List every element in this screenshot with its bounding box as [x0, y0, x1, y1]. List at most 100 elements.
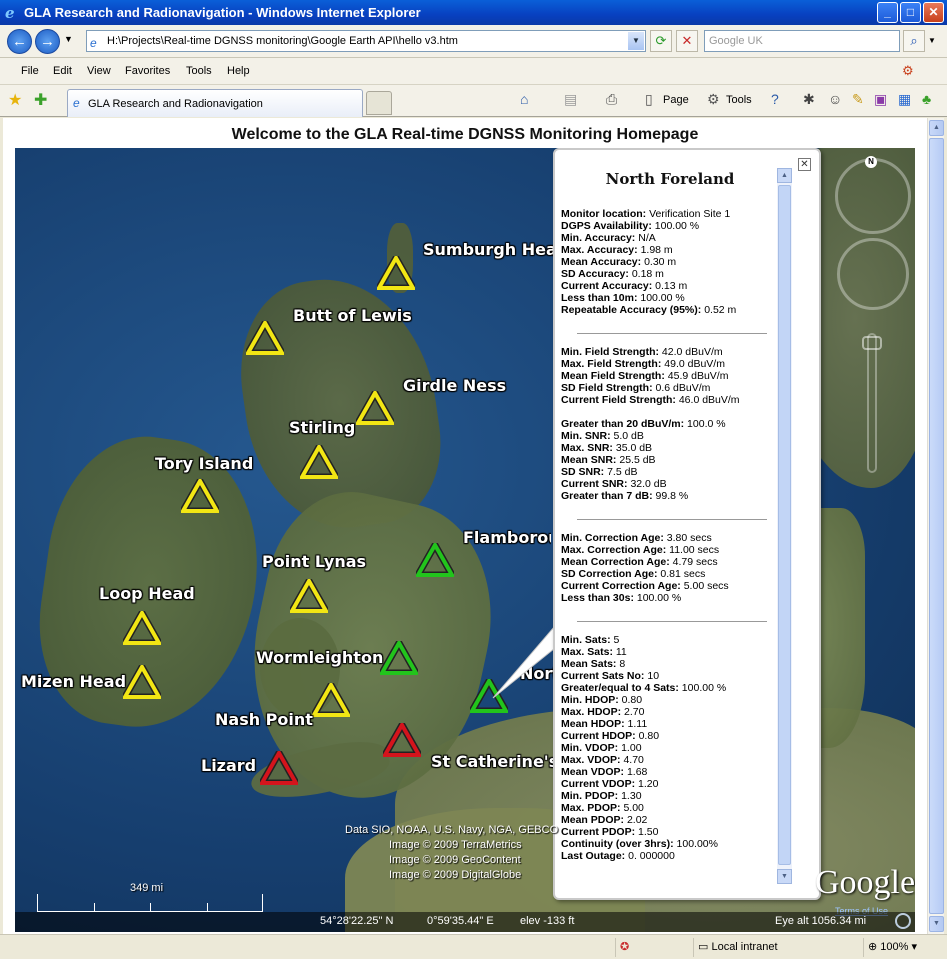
zoom-control[interactable]: ⊕ 100% ▾: [863, 938, 947, 957]
stat-value: 2.02: [626, 814, 648, 826]
site-label[interactable]: Nash Point: [215, 710, 313, 729]
forward-button[interactable]: →: [35, 29, 60, 54]
extra-icon[interactable]: ♣: [922, 91, 931, 107]
favorites-star-icon[interactable]: ★: [8, 90, 22, 110]
balloon-scrollbar[interactable]: ▲ ▼: [777, 168, 792, 884]
site-label[interactable]: Sumburgh Head: [423, 240, 568, 259]
balloon-scroll-down-icon[interactable]: ▼: [777, 869, 792, 884]
north-indicator[interactable]: N: [865, 156, 877, 168]
back-button[interactable]: ←: [7, 29, 32, 54]
site-label[interactable]: Butt of Lewis: [293, 306, 412, 325]
balloon-stat-row: Current HDOP: 0.80: [561, 730, 783, 742]
warning-triangle-icon[interactable]: [312, 683, 350, 717]
balloon-stat-row: Last Outage: 0. 000000: [561, 850, 783, 862]
warning-triangle-icon[interactable]: [123, 611, 161, 645]
messenger-icon[interactable]: ☺: [828, 91, 842, 107]
warning-triangle-icon[interactable]: [383, 723, 421, 757]
tab-label: GLA Research and Radionavigation: [88, 98, 263, 110]
warning-triangle-icon[interactable]: [377, 256, 415, 290]
scroll-up-icon[interactable]: ▲: [929, 120, 944, 136]
zoom-slider[interactable]: [867, 333, 877, 473]
tools-menu[interactable]: Tools: [726, 94, 752, 106]
menu-favorites[interactable]: Favorites: [125, 65, 170, 77]
stat-value: 5.0 dB: [613, 430, 644, 442]
balloon-close-button[interactable]: ✕: [798, 158, 811, 171]
site-label[interactable]: Mizen Head: [21, 672, 126, 691]
attribution-line-1: Data SIO, NOAA, U.S. Navy, NGA, GEBCO: [345, 824, 559, 836]
site-label[interactable]: Wormleighton: [256, 648, 383, 667]
move-control[interactable]: [837, 238, 909, 310]
site-label[interactable]: Stirling: [289, 418, 355, 437]
page-scrollbar[interactable]: ▲ ▼: [927, 118, 944, 934]
stat-value: 5.00: [623, 802, 644, 814]
scroll-thumb[interactable]: [929, 138, 944, 914]
minimize-button[interactable]: _: [877, 2, 898, 23]
warning-triangle-icon[interactable]: [356, 391, 394, 425]
bookmark-icon[interactable]: ▦: [898, 91, 911, 108]
google-earth-map[interactable]: N Sumburgh Head Butt of Lewis Girdle Ness S…: [15, 148, 915, 932]
page-menu[interactable]: Page: [663, 94, 689, 106]
site-label[interactable]: Flamborough: [463, 528, 551, 547]
toolbar-options-icon[interactable]: ⚙: [902, 63, 914, 79]
address-input[interactable]: e H:\Projects\Real-time DGNSS monitoring…: [86, 30, 646, 52]
menu-file[interactable]: File: [21, 65, 39, 77]
feeds-icon[interactable]: ▤: [564, 91, 577, 108]
site-label[interactable]: Loop Head: [99, 584, 195, 603]
site-label[interactable]: Lizard: [201, 756, 256, 775]
search-options-icon[interactable]: ▼: [928, 36, 936, 45]
history-dropdown-icon[interactable]: ▼: [64, 34, 73, 44]
zoom-slider-knob[interactable]: [862, 336, 882, 350]
addon-icon[interactable]: ▣: [874, 91, 887, 108]
site-label[interactable]: Girdle Ness: [403, 376, 506, 395]
site-label[interactable]: Point Lynas: [262, 552, 366, 571]
balloon-scroll-up-icon[interactable]: ▲: [777, 168, 792, 183]
balloon-stat-row: Greater than 7 dB: 99.8 %: [561, 490, 783, 502]
home-icon[interactable]: ⌂: [520, 91, 528, 107]
tab-gla[interactable]: e GLA Research and Radionavigation: [67, 89, 363, 117]
research-icon[interactable]: ✱: [803, 91, 815, 108]
balloon-stat-row: Max. Sats: 11: [561, 646, 783, 658]
address-dropdown-button[interactable]: ▼: [628, 32, 644, 50]
balloon-scroll-thumb[interactable]: [778, 185, 791, 865]
look-control[interactable]: [835, 158, 911, 234]
balloon-stat-row: Mean HDOP: 1.11: [561, 718, 783, 730]
stat-label: Greater/equal to 4 Sats:: [561, 682, 679, 694]
menu-view[interactable]: View: [87, 65, 111, 77]
stat-value: 35.0 dB: [615, 442, 653, 454]
stat-label: Mean Accuracy:: [561, 256, 642, 268]
warning-triangle-icon[interactable]: [290, 579, 328, 613]
menu-edit[interactable]: Edit: [53, 65, 72, 77]
site-label[interactable]: St Catherine's: [431, 752, 558, 771]
warning-triangle-icon[interactable]: [380, 641, 418, 675]
site-label[interactable]: Tory Island: [155, 454, 253, 473]
loading-indicator-icon: [895, 913, 911, 929]
warning-triangle-icon[interactable]: [416, 543, 454, 577]
stat-value: 5.00 secs: [683, 580, 729, 592]
site-label[interactable]: North Foreland: [520, 664, 554, 683]
help-icon[interactable]: ?: [771, 91, 779, 107]
menu-help[interactable]: Help: [227, 65, 250, 77]
add-favorite-icon[interactable]: ✚: [34, 90, 47, 110]
stat-label: Current Field Strength:: [561, 394, 676, 406]
warning-triangle-icon[interactable]: [246, 321, 284, 355]
warning-triangle-icon[interactable]: [300, 445, 338, 479]
search-button[interactable]: ⌕: [903, 30, 925, 52]
refresh-button[interactable]: ⟳: [650, 30, 672, 52]
blog-icon[interactable]: ✎: [852, 91, 864, 108]
balloon-stat-row: SD SNR: 7.5 dB: [561, 466, 783, 478]
close-button[interactable]: ✕: [923, 2, 944, 23]
maximize-button[interactable]: □: [900, 2, 921, 23]
search-input[interactable]: Google UK: [704, 30, 900, 52]
scroll-down-icon[interactable]: ▼: [929, 916, 944, 932]
balloon-stat-row: SD Field Strength: 0.6 dBuV/m: [561, 382, 783, 394]
warning-triangle-icon[interactable]: [123, 665, 161, 699]
balloon-stat-row: Less than 10m: 100.00 %: [561, 292, 783, 304]
balloon-stat-row: Min. HDOP: 0.80: [561, 694, 783, 706]
new-tab-button[interactable]: [366, 91, 392, 115]
stop-button[interactable]: ✕: [676, 30, 698, 52]
warning-triangle-icon[interactable]: [181, 479, 219, 513]
print-icon[interactable]: ⎙: [606, 91, 617, 108]
warning-triangle-icon[interactable]: [470, 679, 508, 713]
menu-tools[interactable]: Tools: [186, 65, 212, 77]
warning-triangle-icon[interactable]: [260, 751, 298, 785]
